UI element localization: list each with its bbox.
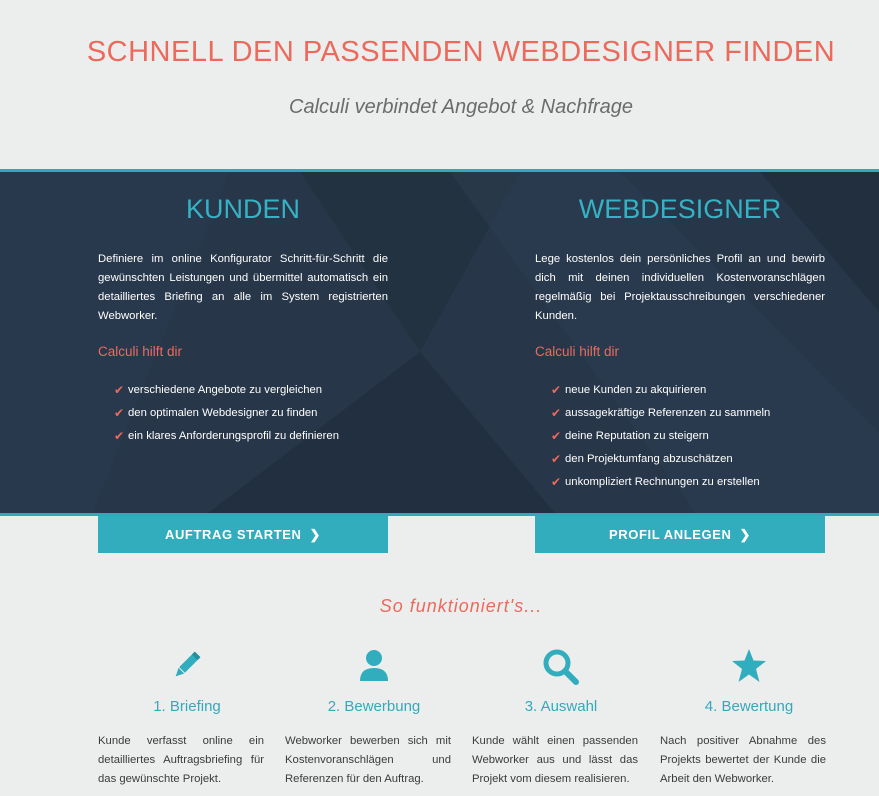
create-profile-button-label: PROFIL ANLEGEN (608, 527, 732, 542)
create-profile-button[interactable]: PROFIL ANLEGEN ❯ (535, 516, 825, 553)
step-title: 1. Briefing (153, 698, 221, 715)
list-item-label: deine Reputation zu steigern (565, 429, 709, 442)
step-title: 2. Bewerbung (327, 698, 421, 715)
check-icon: ✔ (114, 405, 125, 420)
webdesigner-benefits-list: ✔ neue Kunden zu akquirieren ✔ aussagekräf… (551, 378, 770, 493)
webdesigner-description: Lege kostenlos dein persönliches Profil … (535, 253, 825, 322)
list-item: ✔ den optimalen Webdesigner zu finden (114, 401, 339, 424)
check-icon: ✔ (551, 405, 562, 420)
check-icon: ✔ (114, 382, 125, 397)
list-item-label: aussagekräftige Referenzen zu sammeln (565, 406, 771, 419)
start-order-button-label: AUFTRAG STARTEN (164, 527, 302, 542)
check-icon: ✔ (551, 451, 562, 466)
user-icon (285, 648, 463, 686)
check-icon: ✔ (551, 474, 562, 489)
start-order-button[interactable]: AUFTRAG STARTEN ❯ (98, 516, 388, 553)
kunden-title: KUNDEN (185, 194, 300, 224)
list-item: ✔ neue Kunden zu akquirieren (551, 378, 770, 401)
kunden-description: Definiere im online Konfigurator Schritt… (98, 253, 388, 322)
list-item-label: ein klares Anforderungsprofil zu definie… (128, 429, 340, 442)
webdesigner-title: WEBDESIGNER (578, 194, 782, 224)
search-icon (472, 648, 650, 686)
list-item-label: neue Kunden zu akquirieren (565, 383, 707, 396)
step-title: 3. Auswahl (524, 698, 598, 715)
kunden-benefits-list: ✔ verschiedene Angebote zu vergleichen ✔ d… (114, 378, 339, 447)
check-icon: ✔ (551, 382, 562, 397)
list-item: ✔ verschiedene Angebote zu vergleichen (114, 378, 339, 401)
list-item: ✔ ein klares Anforderungsprofil zu defini… (114, 424, 339, 447)
chevron-right-icon: ❯ (739, 526, 752, 542)
list-item: ✔ unkompliziert Rechnungen zu erstellen (551, 470, 770, 493)
step-description: Nach positiver Abnahme des Projekts bewe… (660, 735, 826, 785)
hero-subtitle: Calculi verbindet Angebot & Nachfrage (289, 96, 633, 118)
list-item-label: den optimalen Webdesigner zu finden (128, 406, 318, 419)
step-description: Kunde verfasst online ein detailliertes … (98, 735, 264, 785)
audience-band: KUNDEN Definiere im online Konfigurator … (0, 169, 879, 516)
step-description: Kunde wählt einen passenden Webworker au… (472, 735, 638, 785)
list-item-label: den Projektumfang abzuschätzen (565, 452, 733, 465)
list-item: ✔ den Projektumfang abzuschätzen (551, 447, 770, 470)
star-icon (660, 648, 838, 686)
check-icon: ✔ (114, 428, 125, 443)
how-it-works-title: So funktioniert's... (379, 596, 543, 616)
step-description: Webworker bewerben sich mit Kostenvorans… (285, 735, 451, 785)
check-icon: ✔ (551, 428, 562, 443)
kunden-subheading: Calculi hilft dir (98, 344, 183, 359)
webdesigner-subheading: Calculi hilft dir (535, 344, 620, 359)
list-item: ✔ deine Reputation zu steigern (551, 424, 770, 447)
list-item-label: unkompliziert Rechnungen zu erstellen (565, 475, 760, 488)
hero-title: SCHNELL DEN PASSENDEN WEBDESIGNER FINDEN (86, 36, 836, 68)
chevron-right-icon: ❯ (309, 526, 322, 542)
list-item-label: verschiedene Angebote zu vergleichen (128, 383, 323, 396)
pencil-icon (98, 648, 276, 686)
step-title: 4. Bewertung (704, 698, 794, 715)
list-item: ✔ aussagekräftige Referenzen zu sammeln (551, 401, 770, 424)
